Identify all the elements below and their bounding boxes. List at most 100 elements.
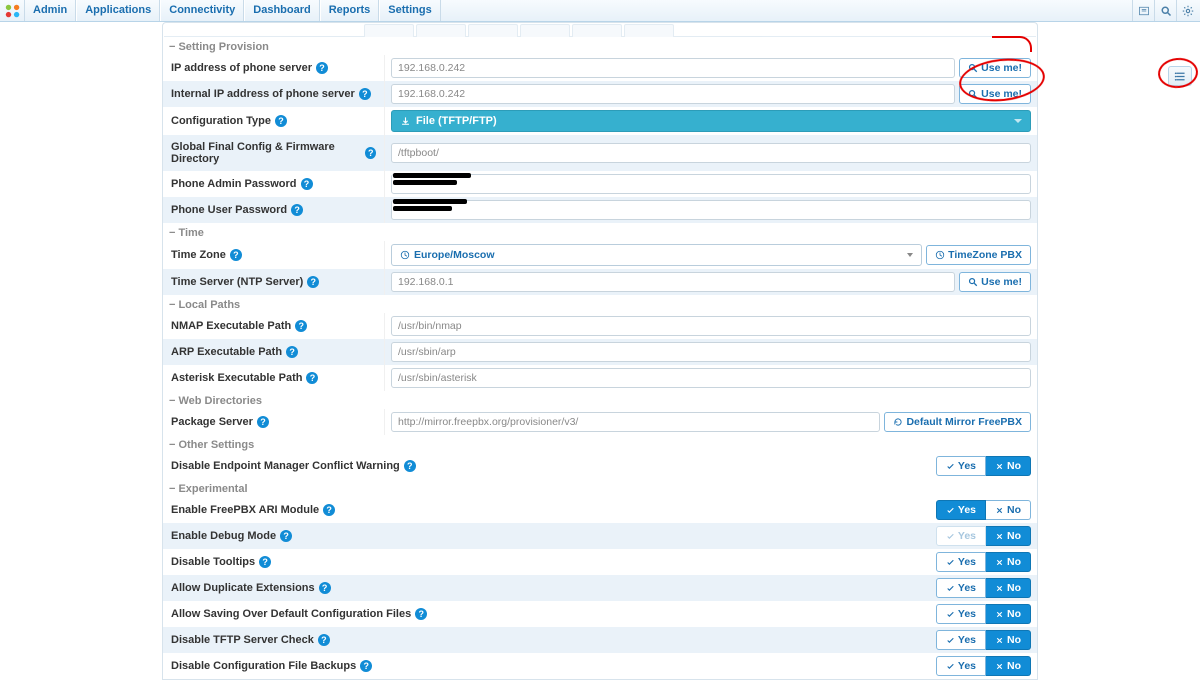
toggle-yes[interactable]: Yes bbox=[936, 526, 986, 546]
nav-admin[interactable]: Admin bbox=[24, 0, 76, 21]
help-icon[interactable]: ? bbox=[316, 62, 328, 74]
help-icon[interactable]: ? bbox=[365, 147, 376, 159]
toggle-no[interactable]: No bbox=[986, 552, 1031, 572]
help-icon[interactable]: ? bbox=[360, 660, 372, 672]
help-icon[interactable]: ? bbox=[404, 460, 416, 472]
row-cfgbak: Disable Configuration File Backups? Yes … bbox=[163, 653, 1037, 679]
toggle-yes[interactable]: Yes bbox=[936, 578, 986, 598]
toggle-no[interactable]: No bbox=[986, 456, 1031, 476]
toggle-conflict[interactable]: Yes No bbox=[936, 456, 1031, 476]
input-pkg[interactable] bbox=[391, 412, 880, 432]
help-icon[interactable]: ? bbox=[301, 178, 313, 190]
use-me-button[interactable]: Use me! bbox=[959, 58, 1031, 78]
input-user-pw[interactable] bbox=[391, 200, 1031, 220]
nav-dashboard[interactable]: Dashboard bbox=[244, 0, 319, 21]
toggle-cfgbak[interactable]: Yes No bbox=[936, 656, 1031, 676]
nav-applications[interactable]: Applications bbox=[76, 0, 160, 21]
section-other[interactable]: −Other Settings bbox=[163, 435, 1037, 453]
gear-icon[interactable] bbox=[1176, 0, 1198, 21]
toggle-yes[interactable]: Yes bbox=[936, 500, 986, 520]
help-icon[interactable]: ? bbox=[291, 204, 303, 216]
help-icon[interactable]: ? bbox=[306, 372, 318, 384]
input-ntp[interactable] bbox=[391, 272, 955, 292]
toggle-dupext[interactable]: Yes No bbox=[936, 578, 1031, 598]
tab-strip bbox=[164, 23, 1036, 37]
help-icon[interactable]: ? bbox=[415, 608, 427, 620]
row-tftpchk: Disable TFTP Server Check? Yes No bbox=[163, 627, 1037, 653]
help-icon[interactable]: ? bbox=[323, 504, 335, 516]
help-icon[interactable]: ? bbox=[359, 88, 371, 100]
help-icon[interactable]: ? bbox=[319, 582, 331, 594]
nav-reports[interactable]: Reports bbox=[320, 0, 380, 21]
label-ip-internal: Internal IP address of phone server bbox=[171, 88, 355, 100]
search-icon[interactable] bbox=[1154, 0, 1176, 21]
toggle-no[interactable]: No bbox=[986, 526, 1031, 546]
input-global-dir[interactable] bbox=[391, 143, 1031, 163]
select-tz[interactable]: Europe/Moscow bbox=[391, 244, 922, 266]
toggle-yes[interactable]: Yes bbox=[936, 656, 986, 676]
toggle-yes[interactable]: Yes bbox=[936, 552, 986, 572]
toggle-saveover[interactable]: Yes No bbox=[936, 604, 1031, 624]
help-icon[interactable]: ? bbox=[275, 115, 287, 127]
toggle-tooltips[interactable]: Yes No bbox=[936, 552, 1031, 572]
help-icon[interactable]: ? bbox=[295, 320, 307, 332]
row-nmap: NMAP Executable Path? bbox=[163, 313, 1037, 339]
use-me-button[interactable]: Use me! bbox=[959, 84, 1031, 104]
toggle-no[interactable]: No bbox=[986, 604, 1031, 624]
toggle-yes[interactable]: Yes bbox=[936, 630, 986, 650]
input-admin-pw[interactable] bbox=[391, 174, 1031, 194]
section-local-paths[interactable]: −Local Paths bbox=[163, 295, 1037, 313]
row-conflict: Disable Endpoint Manager Conflict Warnin… bbox=[163, 453, 1037, 479]
lang-icon[interactable] bbox=[1132, 0, 1154, 21]
help-icon[interactable]: ? bbox=[259, 556, 271, 568]
top-nav: Admin Applications Connectivity Dashboar… bbox=[24, 0, 441, 21]
toggle-yes[interactable]: Yes bbox=[936, 604, 986, 624]
row-admin-pw: Phone Admin Password? bbox=[163, 171, 1037, 197]
toggle-no[interactable]: No bbox=[986, 500, 1031, 520]
row-ari: Enable FreePBX ARI Module? Yes No bbox=[163, 497, 1037, 523]
input-arp[interactable] bbox=[391, 342, 1031, 362]
input-nmap[interactable] bbox=[391, 316, 1031, 336]
nav-connectivity[interactable]: Connectivity bbox=[160, 0, 244, 21]
toggle-no[interactable]: No bbox=[986, 630, 1031, 650]
toggle-no[interactable]: No bbox=[986, 656, 1031, 676]
input-asterisk[interactable] bbox=[391, 368, 1031, 388]
select-cfg-type[interactable]: File (TFTP/FTP) bbox=[391, 110, 1031, 132]
toggle-no[interactable]: No bbox=[986, 578, 1031, 598]
annotation-arrow bbox=[992, 36, 1032, 52]
help-icon[interactable]: ? bbox=[318, 634, 330, 646]
section-web-directories[interactable]: −Web Directories bbox=[163, 391, 1037, 409]
section-setting-provision[interactable]: −Setting Provision bbox=[163, 37, 1037, 55]
use-me-button[interactable]: Use me! bbox=[959, 272, 1031, 292]
label-cfgbak: Disable Configuration File Backups bbox=[171, 660, 356, 672]
section-time[interactable]: −Time bbox=[163, 223, 1037, 241]
toggle-yes[interactable]: Yes bbox=[936, 456, 986, 476]
label-ntp: Time Server (NTP Server) bbox=[171, 276, 303, 288]
help-icon[interactable]: ? bbox=[307, 276, 319, 288]
row-global-dir: Global Final Config & Firmware Directory… bbox=[163, 135, 1037, 171]
row-tz: Time Zone? Europe/Moscow TimeZone PBX bbox=[163, 241, 1037, 269]
row-pkg: Package Server? Default Mirror FreePBX bbox=[163, 409, 1037, 435]
timezone-pbx-button[interactable]: TimeZone PBX bbox=[926, 245, 1031, 265]
label-cfg-type: Configuration Type bbox=[171, 115, 271, 127]
row-ip-internal: Internal IP address of phone server? Use… bbox=[163, 81, 1037, 107]
default-mirror-button[interactable]: Default Mirror FreePBX bbox=[884, 412, 1031, 432]
row-saveover: Allow Saving Over Default Configuration … bbox=[163, 601, 1037, 627]
help-icon[interactable]: ? bbox=[257, 416, 269, 428]
label-ip-phone: IP address of phone server bbox=[171, 62, 312, 74]
input-ip-phone[interactable] bbox=[391, 58, 955, 78]
side-panel-toggle-icon[interactable] bbox=[1168, 66, 1192, 86]
input-ip-internal[interactable] bbox=[391, 84, 955, 104]
help-icon[interactable]: ? bbox=[286, 346, 298, 358]
nav-settings[interactable]: Settings bbox=[379, 0, 440, 21]
toggle-debug[interactable]: Yes No bbox=[936, 526, 1031, 546]
help-icon[interactable]: ? bbox=[230, 249, 242, 261]
toggle-ari[interactable]: Yes No bbox=[936, 500, 1031, 520]
label-user-pw: Phone User Password bbox=[171, 204, 287, 216]
section-experimental[interactable]: −Experimental bbox=[163, 479, 1037, 497]
toggle-tftpchk[interactable]: Yes No bbox=[936, 630, 1031, 650]
label-ari: Enable FreePBX ARI Module bbox=[171, 504, 319, 516]
settings-panel: −Setting Provision IP address of phone s… bbox=[162, 22, 1038, 680]
help-icon[interactable]: ? bbox=[280, 530, 292, 542]
label-dupext: Allow Duplicate Extensions bbox=[171, 582, 315, 594]
